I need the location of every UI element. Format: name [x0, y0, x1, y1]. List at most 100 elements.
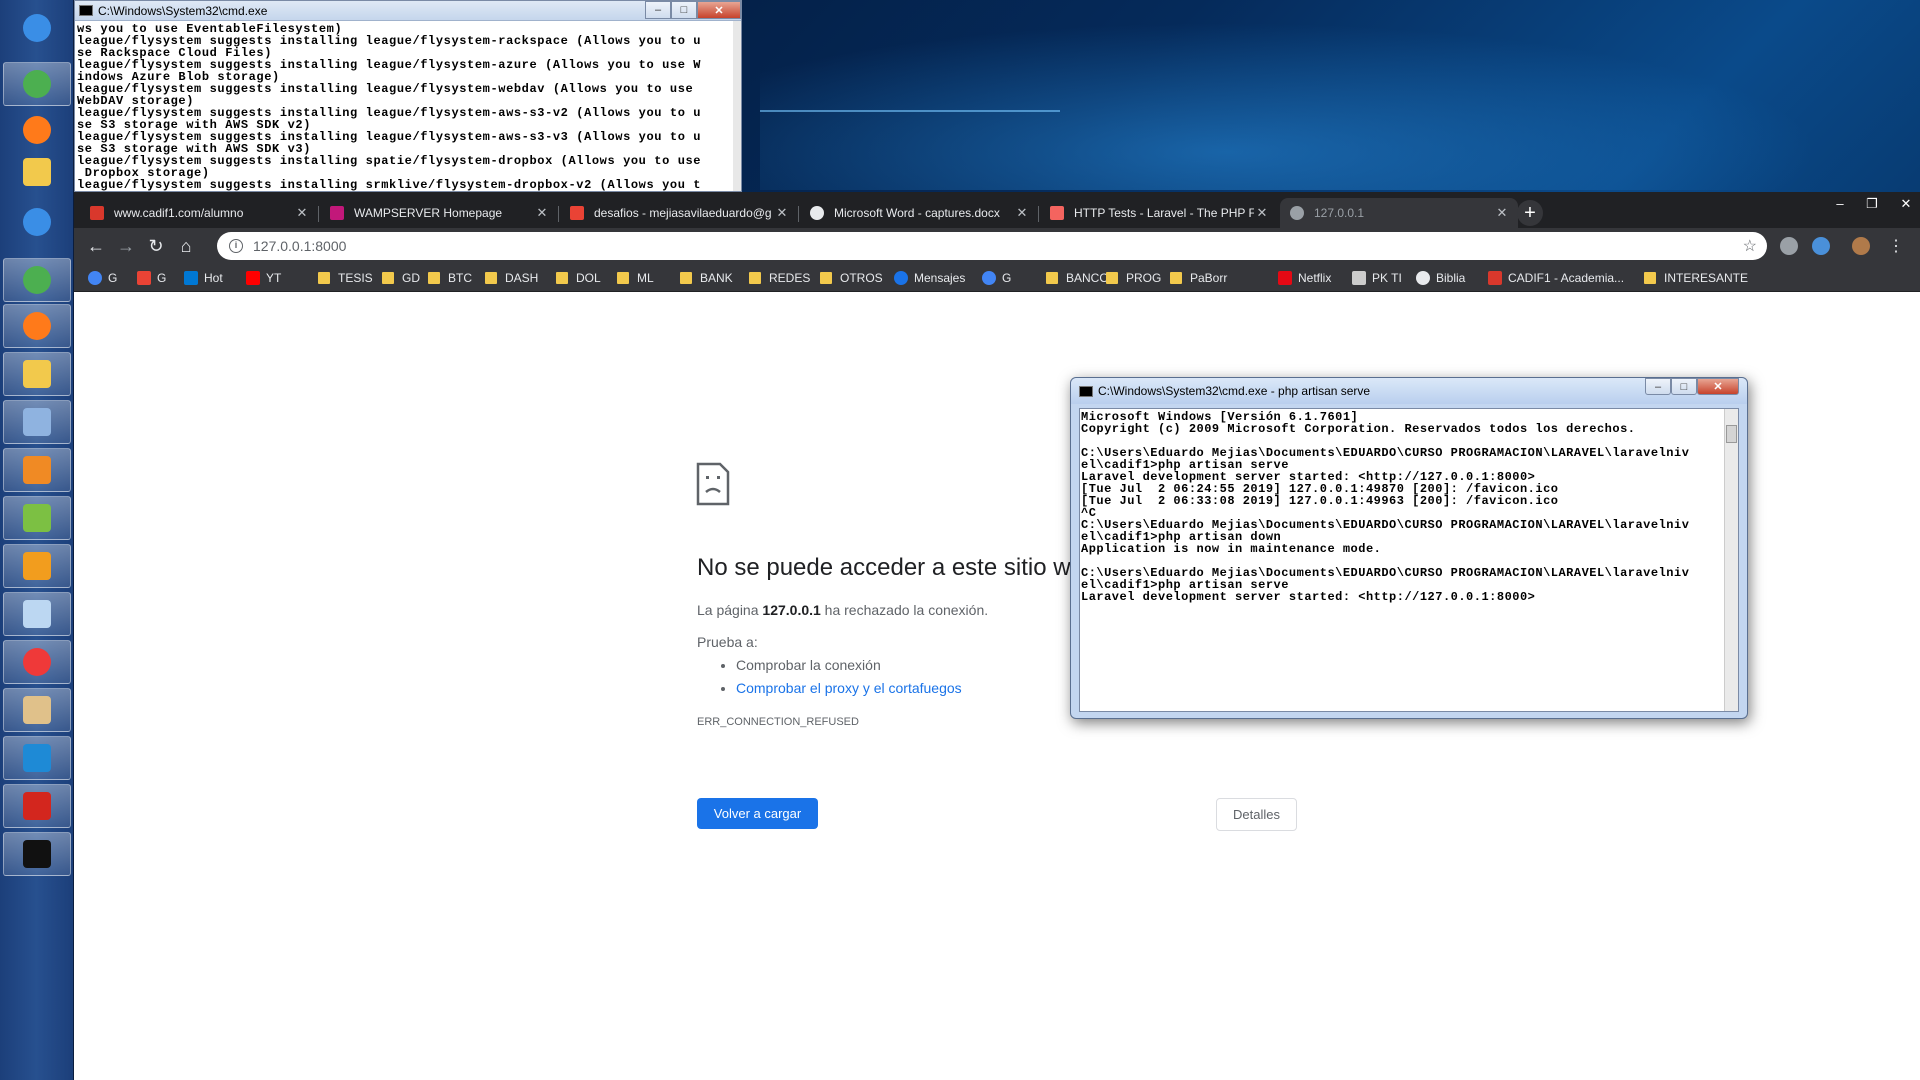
browser-tab[interactable]: Microsoft Word - captures.docx ✕ [800, 198, 1038, 228]
browser-tab[interactable]: desafios - mejiasavilaeduardo@g ✕ [560, 198, 798, 228]
new-tab-button[interactable]: + [1517, 200, 1543, 226]
bookmark-label: PROG [1126, 271, 1162, 285]
bookmark-item[interactable]: Mensajes [894, 270, 965, 286]
taskbar-item[interactable] [3, 200, 71, 244]
taskbar-item[interactable] [3, 62, 71, 106]
bookmark-item[interactable]: Hot [184, 270, 223, 286]
error-title: No se puede acceder a este sitio w [697, 554, 1071, 581]
taskbar-item[interactable] [3, 400, 71, 444]
bookmark-item[interactable]: YT [246, 270, 281, 286]
browser-tab[interactable]: HTTP Tests - Laravel - The PHP Fr ✕ [1040, 198, 1278, 228]
tab-separator [798, 206, 799, 222]
cadif1-icon [90, 206, 104, 220]
proxy-firewall-link[interactable]: Comprobar el proxy y el cortafuegos [736, 680, 962, 696]
taskbar-item[interactable] [3, 640, 71, 684]
details-button[interactable]: Detalles [1216, 798, 1297, 831]
taskbar-item[interactable] [3, 150, 71, 194]
bookmark-item[interactable]: ML [617, 270, 654, 286]
cmd-icon [1079, 385, 1093, 397]
profile-avatar[interactable] [1852, 237, 1870, 255]
back-button[interactable]: ← [84, 234, 108, 258]
tab-close-icon[interactable]: ✕ [534, 205, 550, 221]
bookmark-item[interactable]: OTROS [820, 270, 883, 286]
bookmark-item[interactable]: Netflix [1278, 270, 1331, 286]
bookmark-item[interactable]: G [88, 270, 117, 286]
bookmark-item[interactable]: G [982, 270, 1011, 286]
taskbar-item[interactable] [3, 832, 71, 876]
cmd-window-top[interactable]: C:\Windows\System32\cmd.exe – □ ✕ ws you… [74, 0, 742, 192]
reload-icon[interactable]: ↻ [144, 234, 168, 258]
bookmark-star-icon[interactable]: ☆ [1743, 236, 1757, 256]
bookmark-label: BANK [700, 271, 733, 285]
tab-separator [1038, 206, 1039, 222]
cmd-window-serve[interactable]: C:\Windows\System32\cmd.exe - php artisa… [1070, 377, 1748, 719]
taskbar-item[interactable] [3, 544, 71, 588]
taskbar-item[interactable] [3, 688, 71, 732]
maximize-button[interactable]: □ [671, 1, 697, 19]
bookmark-item[interactable]: REDES [749, 270, 810, 286]
bookmark-item[interactable]: INTERESANTE [1644, 270, 1748, 286]
bookmark-item[interactable]: PROG [1106, 270, 1161, 286]
bookmark-item[interactable]: BANK [680, 270, 733, 286]
bookmark-item[interactable]: G [137, 270, 166, 286]
cmd-serve-console[interactable]: Microsoft Windows [Versión 6.1.7601] Cop… [1079, 408, 1739, 712]
taskbar-item[interactable] [3, 108, 71, 152]
taskbar-item[interactable] [3, 736, 71, 780]
minimize-button[interactable]: – [645, 1, 671, 19]
info-icon[interactable]: i [229, 239, 243, 253]
minimize-button[interactable]: – [1645, 378, 1671, 395]
chrome-restore-button[interactable]: ❐ [1860, 196, 1884, 214]
taskbar-item[interactable] [3, 352, 71, 396]
browser-tab[interactable]: www.cadif1.com/alumno ✕ [80, 198, 318, 228]
tab-close-icon[interactable]: ✕ [1014, 205, 1030, 221]
close-button[interactable]: ✕ [697, 1, 741, 19]
bookmark-item[interactable]: BTC [428, 270, 472, 286]
bookmark-item[interactable]: GD [382, 270, 420, 286]
home-icon[interactable]: ⌂ [174, 234, 198, 258]
forward-button[interactable]: → [114, 234, 138, 258]
browser-tab[interactable]: WAMPSERVER Homepage ✕ [320, 198, 558, 228]
folder-icon [1170, 272, 1182, 284]
reload-button[interactable]: Volver a cargar [697, 798, 818, 829]
chrome-close-button[interactable]: ✕ [1894, 196, 1918, 214]
close-button[interactable]: ✕ [1697, 378, 1739, 395]
address-bar[interactable]: i 127.0.0.1:8000 ☆ [217, 232, 1767, 260]
try-label: Prueba a: [697, 634, 758, 650]
taskbar-item[interactable] [3, 592, 71, 636]
file-explorer-icon [23, 360, 51, 388]
scrollbar-thumb[interactable] [1726, 425, 1737, 443]
taskbar-item[interactable] [3, 304, 71, 348]
cmd-top-scrollbar[interactable] [733, 21, 741, 191]
taskbar-item[interactable] [3, 448, 71, 492]
bookmark-item[interactable]: PaBorr [1170, 270, 1227, 286]
chrome-minimize-button[interactable]: – [1828, 196, 1852, 214]
bookmark-item[interactable]: DASH [485, 270, 538, 286]
wallpaper-glow [760, 0, 1920, 190]
extension-globe-icon[interactable] [1780, 237, 1798, 255]
extension-icon[interactable] [1812, 237, 1830, 255]
tab-close-icon[interactable]: ✕ [774, 205, 790, 221]
notepad-icon [23, 600, 51, 628]
media-player-icon [23, 456, 51, 484]
tab-close-icon[interactable]: ✕ [294, 205, 310, 221]
cmd-top-titlebar[interactable]: C:\Windows\System32\cmd.exe – □ ✕ [75, 1, 741, 21]
browser-tab[interactable]: 127.0.0.1 ✕ [1280, 198, 1518, 228]
taskbar-item[interactable] [3, 496, 71, 540]
maximize-button[interactable]: □ [1671, 378, 1697, 395]
bookmark-item[interactable]: Biblia [1416, 270, 1465, 286]
bookmark-item[interactable]: TESIS [318, 270, 373, 286]
bookmark-item[interactable]: DOL [556, 270, 601, 286]
bookmark-item[interactable]: PK TI [1352, 270, 1402, 286]
taskbar-item[interactable] [3, 258, 71, 302]
bookmark-item[interactable]: CADIF1 - Academia... [1488, 270, 1624, 286]
windows-orb-icon [23, 208, 51, 236]
google-icon [88, 271, 102, 285]
taskbar-item[interactable] [3, 6, 71, 50]
bookmark-label: Biblia [1436, 271, 1466, 285]
cmd-serve-scrollbar[interactable] [1724, 409, 1738, 711]
taskbar-item[interactable] [3, 784, 71, 828]
tab-close-icon[interactable]: ✕ [1494, 205, 1510, 221]
tab-close-icon[interactable]: ✕ [1254, 205, 1270, 221]
menu-icon[interactable]: ⋮ [1884, 234, 1908, 258]
cmd-serve-titlebar[interactable]: C:\Windows\System32\cmd.exe - php artisa… [1071, 378, 1747, 404]
